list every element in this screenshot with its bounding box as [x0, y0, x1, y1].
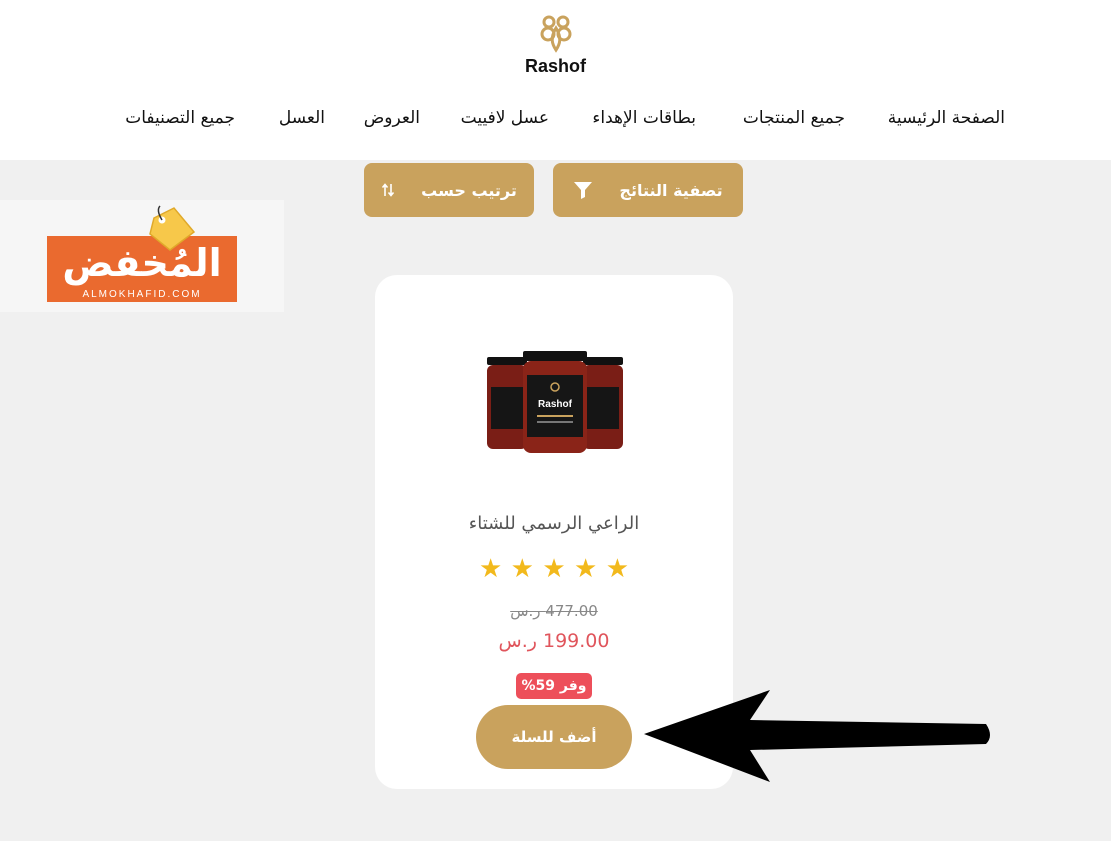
- filter-results-button[interactable]: تصفية النتائج: [553, 163, 743, 217]
- brand-logo[interactable]: Rashof: [0, 14, 1111, 77]
- sort-arrows-icon: [382, 183, 395, 197]
- star-icon: ★: [479, 554, 503, 584]
- filter-icon: [574, 182, 593, 199]
- sale-price: 199.00 ر.س: [498, 630, 610, 652]
- discount-badge: وفر 59%: [516, 673, 592, 699]
- star-icon: ★: [574, 554, 598, 584]
- bee-logo-icon: [540, 15, 571, 53]
- jar-label-text: Rashof: [538, 399, 573, 410]
- product-title[interactable]: الراعي الرسمي للشتاء: [375, 513, 733, 534]
- almokhafid-ad-banner[interactable]: المُخفض ALMOKHAFID.COM: [0, 200, 284, 312]
- rating-stars: ★ ★ ★ ★ ★: [479, 555, 629, 583]
- ad-subtitle: ALMOKHAFID.COM: [82, 289, 202, 300]
- nav-item-honey[interactable]: العسل: [279, 108, 325, 128]
- nav-item-home[interactable]: الصفحة الرئيسية: [888, 108, 1005, 128]
- add-to-cart-button[interactable]: أضف للسلة: [476, 705, 632, 769]
- site-header: Rashof الصفحة الرئيسية جميع المنتجات بطا…: [0, 0, 1111, 160]
- star-icon: ★: [605, 554, 629, 584]
- price-tag-icon: [149, 205, 196, 251]
- old-price: 477.00 ر.س: [510, 602, 598, 620]
- nav-item-offers[interactable]: العروض: [364, 108, 420, 128]
- filter-button-label: تصفية النتائج: [619, 180, 723, 200]
- star-icon: ★: [542, 554, 566, 584]
- nav-item-all-products[interactable]: جميع المنتجات: [743, 108, 845, 128]
- pointing-arrow-annotation: [644, 690, 990, 782]
- nav-item-all-categories[interactable]: جميع التصنيفات: [125, 108, 235, 128]
- star-icon: ★: [510, 554, 534, 584]
- nav-item-gift-cards[interactable]: بطاقات الإهداء: [592, 108, 696, 128]
- brand-name: Rashof: [524, 56, 586, 76]
- sort-by-button[interactable]: ترتيب حسب: [364, 163, 534, 217]
- sort-button-label: ترتيب حسب: [421, 180, 517, 200]
- honey-jars-image[interactable]: Rashof: [485, 345, 625, 457]
- nav-item-lafayette-honey[interactable]: عسل لافييت: [461, 108, 549, 128]
